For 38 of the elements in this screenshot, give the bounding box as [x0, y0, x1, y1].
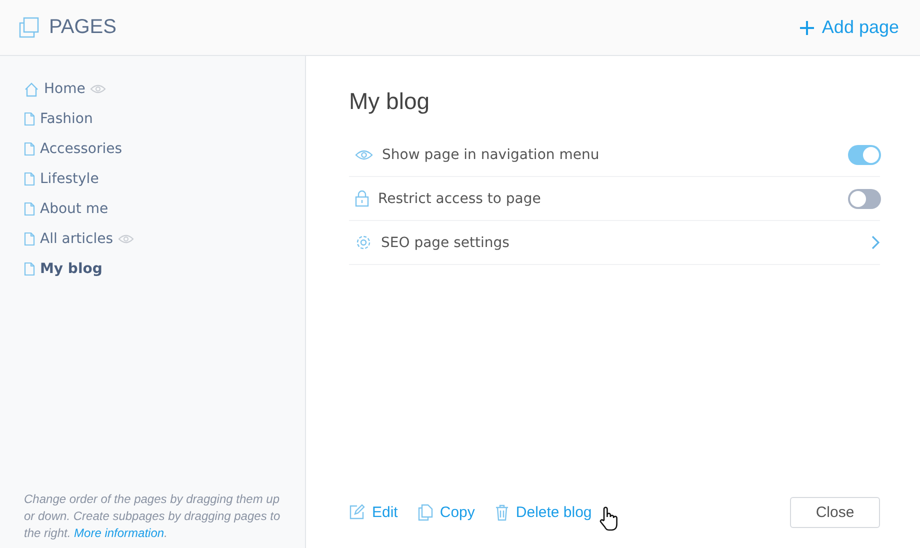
gear-icon [355, 234, 372, 251]
page-icon [24, 262, 35, 276]
pages-icon [18, 16, 40, 38]
page-icon [24, 112, 35, 126]
add-page-button[interactable]: Add page [798, 17, 899, 38]
dialog-title: PAGES [49, 16, 116, 39]
copy-link[interactable]: Copy [418, 504, 475, 520]
close-button[interactable]: Close [790, 496, 880, 528]
page-item[interactable]: Fashion [24, 104, 93, 134]
hand-cursor-icon [598, 506, 620, 532]
page-icon [24, 172, 35, 186]
page-icon [24, 232, 35, 246]
page-item[interactable]: All articles [24, 224, 134, 254]
trash-icon [494, 504, 509, 520]
pencil-icon [349, 504, 365, 520]
setting-label: Show page in navigation menu [382, 146, 600, 162]
page-icon [24, 202, 35, 216]
page-item[interactable]: Lifestyle [24, 164, 99, 194]
copy-icon [418, 504, 433, 520]
chevron-right-icon[interactable] [871, 235, 880, 250]
lock-icon [355, 190, 369, 207]
page-icon [24, 142, 35, 156]
more-information-link[interactable]: More information [74, 526, 164, 540]
plus-icon [798, 20, 815, 36]
home-icon [24, 82, 39, 96]
page-item[interactable]: About me [24, 194, 108, 224]
help-text: Change order of the pages by dragging them up or down. Create subpages by dragging pages to the right. More information. [24, 491, 282, 542]
page-title: My blog [349, 88, 431, 115]
toggle-switch[interactable] [848, 144, 881, 164]
trash-link[interactable]: Delete blog [494, 504, 592, 520]
setting-label: SEO page settings [381, 234, 510, 250]
page-item[interactable]: Accessories [24, 134, 122, 164]
eye-icon [355, 148, 373, 160]
page-item[interactable]: Home [24, 74, 106, 104]
page-item[interactable]: My blog [24, 254, 102, 284]
edit-link[interactable]: Edit [349, 504, 398, 520]
toggle-switch[interactable] [848, 188, 881, 208]
setting-label: Restrict access to page [378, 190, 542, 206]
